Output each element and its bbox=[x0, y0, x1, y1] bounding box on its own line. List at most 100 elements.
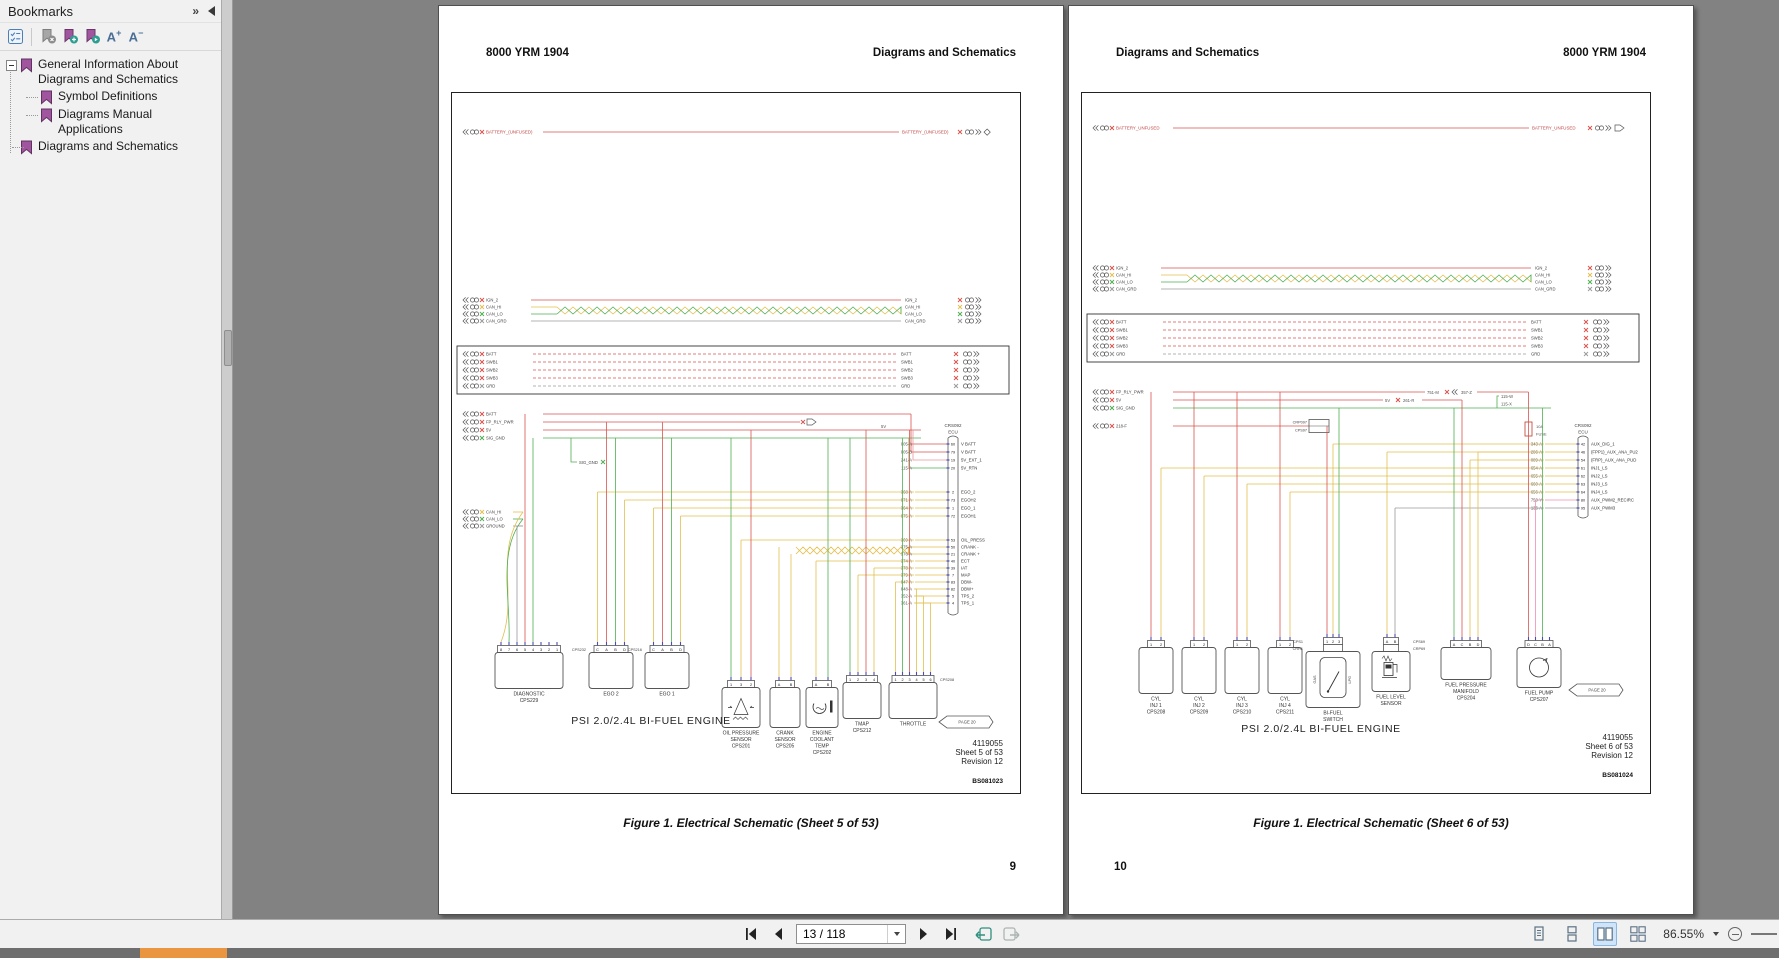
svg-text:(FRP)_AUX_ANA_PUD: (FRP)_AUX_ANA_PUD bbox=[1591, 458, 1636, 463]
add-bookmark-icon[interactable] bbox=[59, 26, 81, 48]
svg-text:A: A bbox=[1453, 643, 1456, 647]
svg-text:5V: 5V bbox=[486, 428, 491, 433]
svg-text:ENGINE: ENGINE bbox=[812, 731, 832, 737]
svg-text:SWB1: SWB1 bbox=[901, 360, 914, 365]
svg-text:1: 1 bbox=[1236, 643, 1238, 647]
svg-text:8: 8 bbox=[500, 648, 502, 652]
first-page-icon[interactable] bbox=[742, 925, 760, 943]
svg-text:DBW+: DBW+ bbox=[961, 587, 974, 592]
continuous-page-icon[interactable] bbox=[1560, 922, 1584, 946]
splitter-grip-icon[interactable] bbox=[224, 330, 232, 366]
panel-splitter[interactable] bbox=[222, 0, 233, 919]
svg-text:D: D bbox=[1477, 643, 1480, 647]
svg-text:EGO_1: EGO_1 bbox=[961, 506, 976, 511]
svg-text:5V: 5V bbox=[881, 424, 886, 429]
bookmark-flag-icon bbox=[20, 58, 33, 73]
zoom-dropdown-icon[interactable] bbox=[1713, 932, 1719, 936]
decrease-font-icon[interactable]: A− bbox=[125, 26, 147, 48]
svg-text:INJ4_LS: INJ4_LS bbox=[1591, 490, 1608, 495]
continuous-facing-icon[interactable] bbox=[1626, 922, 1650, 946]
svg-text:CPS229: CPS229 bbox=[520, 698, 539, 704]
svg-text:B: B bbox=[1541, 643, 1544, 647]
svg-text:EGO 1: EGO 1 bbox=[659, 692, 675, 698]
svg-text:2: 2 bbox=[1246, 643, 1248, 647]
svg-text:357-Z: 357-Z bbox=[1461, 390, 1472, 395]
taskbar-fragment bbox=[0, 948, 1779, 958]
svg-text:BATT: BATT bbox=[1531, 320, 1542, 325]
svg-text:53: 53 bbox=[951, 539, 955, 543]
svg-text:CPS205: CPS205 bbox=[776, 744, 795, 750]
svg-text:5: 5 bbox=[524, 648, 526, 652]
svg-text:CPS208: CPS208 bbox=[940, 678, 954, 682]
svg-text:INJ2_LS: INJ2_LS bbox=[1591, 474, 1608, 479]
zoom-out-icon[interactable] bbox=[1728, 927, 1742, 941]
svg-text:5: 5 bbox=[952, 595, 954, 599]
svg-text:B: B bbox=[614, 648, 617, 652]
previous-page-icon[interactable] bbox=[769, 925, 787, 943]
page-dropdown-icon[interactable] bbox=[887, 925, 905, 943]
zoom-slider[interactable] bbox=[1751, 933, 1777, 935]
collapse-node-icon[interactable] bbox=[6, 60, 17, 71]
bookmark-options-icon[interactable] bbox=[4, 26, 26, 48]
svg-text:46: 46 bbox=[1581, 451, 1585, 455]
svg-text:CAN_GRD: CAN_GRD bbox=[1535, 287, 1555, 292]
svg-text:3: 3 bbox=[740, 683, 742, 687]
collapse-panel-icon[interactable] bbox=[208, 6, 215, 16]
component-fuel-pump: DCBAFUEL PUMPCPS207 bbox=[1517, 392, 1561, 703]
svg-text:CYL: CYL bbox=[1237, 697, 1247, 703]
svg-text:EGO_2: EGO_2 bbox=[961, 490, 976, 495]
svg-text:CAN_HI: CAN_HI bbox=[1535, 273, 1550, 278]
svg-text:CAN_HI: CAN_HI bbox=[1116, 273, 1131, 278]
svg-text:5V_RTN: 5V_RTN bbox=[961, 466, 977, 471]
svg-text:61: 61 bbox=[1581, 467, 1585, 471]
single-page-icon[interactable] bbox=[1527, 922, 1551, 946]
document-page-10: Diagrams and Schematics 8000 YRM 1904 BA… bbox=[1068, 5, 1694, 915]
svg-text:EGO 2: EGO 2 bbox=[603, 692, 619, 698]
bookmark-item[interactable]: Diagrams and Schematics bbox=[4, 139, 219, 155]
page-number-input[interactable] bbox=[797, 925, 891, 943]
svg-text:SIG_GND: SIG_GND bbox=[486, 436, 505, 441]
previous-view-icon[interactable] bbox=[975, 925, 993, 943]
svg-text:IGN_2: IGN_2 bbox=[1116, 266, 1129, 271]
svg-text:5V: 5V bbox=[1116, 398, 1121, 403]
svg-text:SWB1: SWB1 bbox=[1531, 328, 1544, 333]
svg-text:5V: 5V bbox=[1385, 398, 1390, 403]
increase-font-icon[interactable]: A+ bbox=[103, 26, 125, 48]
goto-bookmark-icon[interactable] bbox=[81, 26, 103, 48]
svg-text:ECU: ECU bbox=[948, 430, 958, 435]
last-page-icon[interactable] bbox=[942, 925, 960, 943]
svg-text:B: B bbox=[670, 648, 673, 652]
page-header-left: Diagrams and Schematics bbox=[1116, 47, 1259, 59]
bookmark-item[interactable]: General Information About Diagrams and S… bbox=[4, 57, 219, 87]
schematic-content: BATTERY_UNFUSEDBATTERY_UNFUSEDIGN_2CAN_H… bbox=[1082, 93, 1651, 794]
bookmark-item[interactable]: Symbol Definitions bbox=[4, 89, 219, 105]
svg-text:BATT: BATT bbox=[486, 412, 497, 417]
svg-text:1: 1 bbox=[894, 678, 896, 682]
svg-text:39: 39 bbox=[951, 567, 955, 571]
svg-text:TEMP: TEMP bbox=[815, 744, 830, 750]
page-header-left: 8000 YRM 1904 bbox=[486, 47, 569, 59]
svg-text:CRR1: CRR1 bbox=[1293, 647, 1303, 651]
bookmark-flag-icon bbox=[40, 90, 53, 105]
svg-text:CAN_HI: CAN_HI bbox=[486, 510, 501, 515]
document-page-9: 8000 YRM 1904 Diagrams and Schematics BA… bbox=[438, 5, 1064, 915]
svg-text:CAN_GRD: CAN_GRD bbox=[905, 319, 925, 324]
svg-text:CAN_LO: CAN_LO bbox=[486, 312, 503, 317]
bookmark-flag-icon bbox=[40, 108, 53, 123]
svg-text:BATTERY_UNFUSED: BATTERY_UNFUSED bbox=[1116, 126, 1160, 131]
svg-text:SWB2: SWB2 bbox=[1531, 336, 1544, 341]
page-header-right: Diagrams and Schematics bbox=[873, 47, 1016, 59]
next-view-icon[interactable] bbox=[1002, 925, 1020, 943]
expand-panel-icon[interactable]: » bbox=[192, 4, 199, 18]
svg-text:1: 1 bbox=[1193, 643, 1195, 647]
bookmark-item[interactable]: Diagrams Manual Applications bbox=[4, 107, 219, 137]
view-and-zoom-controls: 86.55% bbox=[1527, 920, 1777, 948]
svg-text:CPS207: CPS207 bbox=[1530, 697, 1549, 703]
svg-text:4: 4 bbox=[873, 678, 875, 682]
delete-bookmark-icon[interactable] bbox=[37, 26, 59, 48]
page-navigation bbox=[742, 920, 1020, 948]
facing-pages-icon[interactable] bbox=[1593, 922, 1617, 946]
page-header-right: 8000 YRM 1904 bbox=[1563, 47, 1646, 59]
next-page-icon[interactable] bbox=[915, 925, 933, 943]
svg-text:2: 2 bbox=[1332, 640, 1334, 644]
